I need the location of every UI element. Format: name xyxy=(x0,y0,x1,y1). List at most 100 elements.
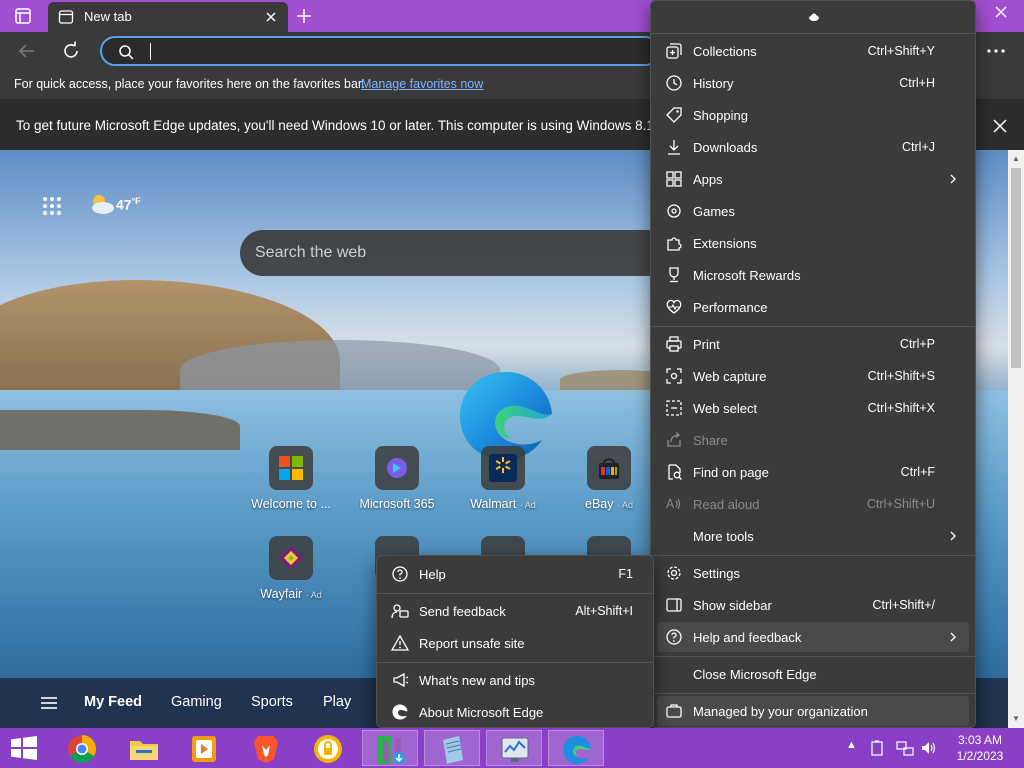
tab-actions-icon[interactable] xyxy=(14,7,32,25)
feed-tab-sports[interactable]: Sports xyxy=(251,694,293,710)
app-launcher-icon[interactable] xyxy=(42,196,62,216)
partly-cloudy-icon[interactable] xyxy=(88,192,116,216)
menu-item-games[interactable]: Games xyxy=(657,196,969,226)
quick-link-ebay[interactable]: eBay · Ad xyxy=(564,446,654,511)
menu-item-label: Settings xyxy=(693,566,740,581)
menu-item-shortcut: Ctrl+Shift+S xyxy=(867,369,935,383)
submenu-item-send-feedback[interactable]: Send feedback Alt+Shift+I xyxy=(383,596,647,626)
new-tab-plus-icon[interactable] xyxy=(294,6,314,26)
submenu-item-about-edge[interactable]: About Microsoft Edge xyxy=(383,697,647,727)
web-search-placeholder: Search the web xyxy=(255,244,367,261)
menu-item-find-on-page[interactable]: Find on page Ctrl+F xyxy=(657,457,969,487)
menu-item-shortcut: Ctrl+F xyxy=(900,465,935,479)
volume-icon[interactable] xyxy=(920,740,938,756)
settings-and-more-icon[interactable] xyxy=(984,40,1008,62)
refresh-icon[interactable] xyxy=(60,40,82,62)
feed-tab-play[interactable]: Play xyxy=(323,694,351,710)
back-arrow-icon[interactable] xyxy=(16,40,38,62)
media-player-icon xyxy=(192,736,216,762)
menu-separator xyxy=(651,555,975,556)
submenu-item-whats-new[interactable]: What's new and tips xyxy=(383,665,647,695)
printer-icon xyxy=(666,336,682,352)
wayfair-logo-icon xyxy=(279,546,303,570)
cloud-icon xyxy=(809,13,819,21)
tab-title: New tab xyxy=(84,9,132,24)
window-close-icon[interactable] xyxy=(978,0,1024,24)
network-icon[interactable] xyxy=(896,740,914,756)
taskbar-brave[interactable] xyxy=(238,730,294,766)
feed-tab-my-feed[interactable]: My Feed xyxy=(84,694,142,710)
submenu-item-help[interactable]: Help F1 xyxy=(383,559,647,589)
web-search-box[interactable]: Search the web xyxy=(240,230,670,276)
performance-heart-icon xyxy=(666,299,682,314)
quick-link-welcome[interactable]: Welcome to ... xyxy=(246,446,336,511)
menu-item-web-capture[interactable]: Web capture Ctrl+Shift+S xyxy=(657,361,969,391)
feed-tab-gaming[interactable]: Gaming xyxy=(171,694,222,710)
page-scrollbar[interactable]: ▲ ▼ xyxy=(1008,150,1024,728)
menu-item-shopping[interactable]: Shopping xyxy=(657,100,969,130)
tab-new-tab[interactable]: New tab xyxy=(48,2,288,32)
menu-item-managed-by-organization[interactable]: Managed by your organization xyxy=(657,696,969,726)
menu-item-more-tools[interactable]: More tools xyxy=(657,521,969,551)
svg-text:A: A xyxy=(666,497,675,511)
quick-link-walmart[interactable]: Walmart · Ad xyxy=(458,446,548,511)
close-tab-icon[interactable] xyxy=(262,8,280,26)
menu-item-microsoft-rewards[interactable]: Microsoft Rewards xyxy=(657,260,969,290)
quick-link-label: Walmart · Ad xyxy=(458,497,548,511)
windows-start-icon[interactable] xyxy=(10,736,38,760)
menu-item-settings[interactable]: Settings xyxy=(657,558,969,588)
menu-item-label: Performance xyxy=(693,300,768,315)
taskbar-clock[interactable]: 3:03 AM 1/2/2023 xyxy=(952,732,1008,764)
quick-link-name: Walmart xyxy=(470,497,517,511)
menu-item-downloads[interactable]: Downloads Ctrl+J xyxy=(657,132,969,162)
taskbar-onenote-download[interactable] xyxy=(362,730,418,766)
weather-temperature[interactable]: 47°F xyxy=(116,196,141,213)
background-shore xyxy=(0,410,240,450)
battery-icon[interactable] xyxy=(870,740,884,756)
taskbar-video-player[interactable] xyxy=(176,730,232,766)
address-bar-input[interactable] xyxy=(100,36,660,66)
quick-link-label: Wayfair · Ad xyxy=(246,587,336,601)
download-icon xyxy=(668,140,680,155)
close-infobar-icon[interactable] xyxy=(990,116,1010,136)
show-hidden-icons-icon[interactable]: ▲ xyxy=(846,739,857,751)
taskbar-notepad[interactable] xyxy=(424,730,480,766)
quick-link-label: Microsoft 365 xyxy=(352,497,442,511)
manage-favorites-link[interactable]: Manage favorites now xyxy=(361,77,483,91)
menu-item-extensions[interactable]: Extensions xyxy=(657,228,969,258)
chevron-right-icon xyxy=(950,632,956,642)
sidebar-icon xyxy=(666,598,682,612)
scrollbar-thumb[interactable] xyxy=(1011,168,1021,368)
hamburger-menu-icon[interactable] xyxy=(40,695,58,711)
scroll-up-arrow-icon[interactable]: ▲ xyxy=(1011,154,1021,164)
taskbar-file-explorer[interactable] xyxy=(116,730,172,766)
menu-item-history[interactable]: History Ctrl+H xyxy=(657,68,969,98)
menu-item-shortcut: Ctrl+Shift+X xyxy=(867,401,935,415)
menu-item-label: Managed by your organization xyxy=(693,704,868,719)
menu-item-label: Report unsafe site xyxy=(419,636,525,651)
menu-item-help-and-feedback[interactable]: Help and feedback xyxy=(657,622,969,652)
walmart-logo-icon xyxy=(489,454,517,482)
menu-item-show-sidebar[interactable]: Show sidebar Ctrl+Shift+/ xyxy=(657,590,969,620)
menu-item-print[interactable]: Print Ctrl+P xyxy=(657,329,969,359)
quick-link-microsoft-365[interactable]: Microsoft 365 xyxy=(352,446,442,511)
taskbar-chrome[interactable] xyxy=(54,730,110,766)
menu-item-performance[interactable]: Performance xyxy=(657,292,969,322)
share-icon xyxy=(667,432,681,447)
quick-link-wayfair[interactable]: Wayfair · Ad xyxy=(246,536,336,601)
menu-item-collections[interactable]: Collections Ctrl+Shift+Y xyxy=(657,36,969,66)
menu-item-close-edge[interactable]: Close Microsoft Edge xyxy=(657,659,969,689)
folder-icon xyxy=(130,741,158,760)
briefcase-icon xyxy=(666,704,682,718)
menu-item-label: Help xyxy=(419,567,446,582)
taskbar-edge[interactable] xyxy=(548,730,604,766)
submenu-item-report-unsafe-site[interactable]: Report unsafe site xyxy=(383,628,647,658)
scroll-down-arrow-icon[interactable]: ▼ xyxy=(1011,714,1021,724)
menu-item-web-select[interactable]: Web select Ctrl+Shift+X xyxy=(657,393,969,423)
extensions-puzzle-icon xyxy=(667,237,682,251)
quick-link-ebay-tile xyxy=(587,446,631,490)
taskbar: ▲ 3:03 AM 1/2/2023 xyxy=(0,728,1024,768)
menu-item-apps[interactable]: Apps xyxy=(657,164,969,194)
taskbar-resource-monitor[interactable] xyxy=(486,730,542,766)
taskbar-security-app[interactable] xyxy=(300,730,356,766)
